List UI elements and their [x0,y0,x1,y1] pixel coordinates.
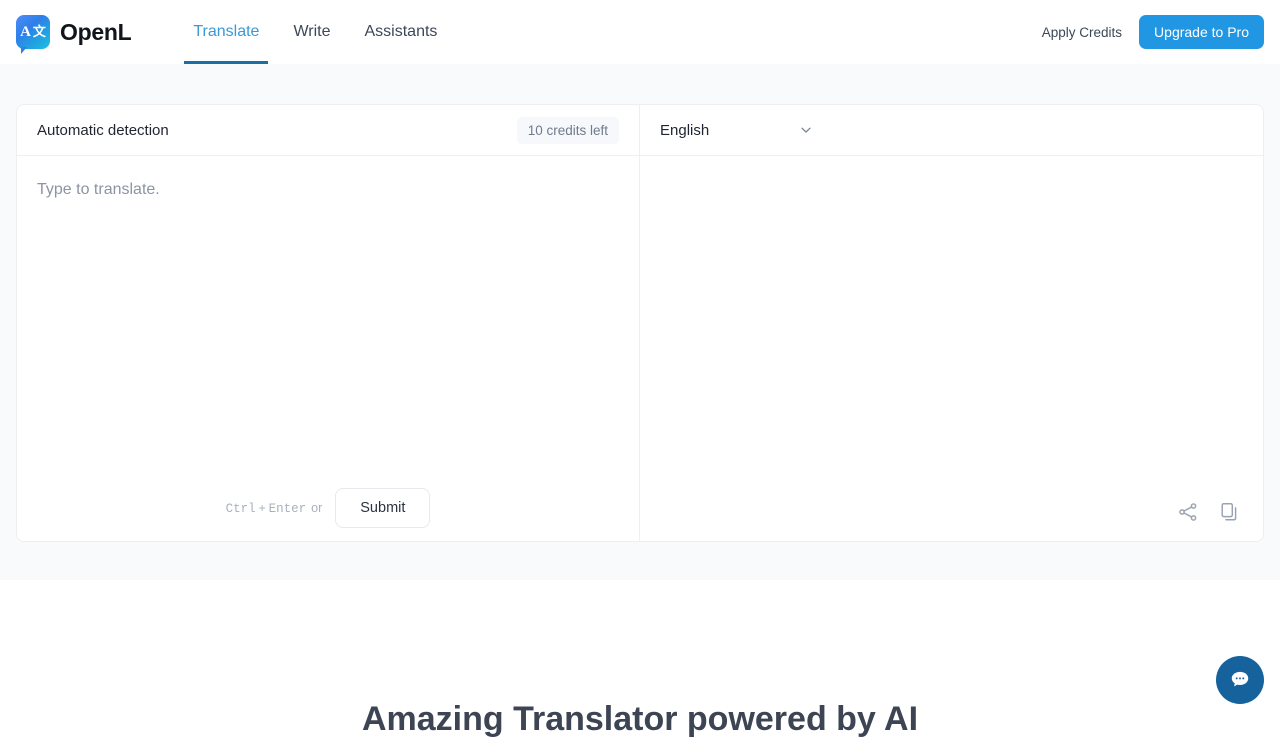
nav-tab-translate[interactable]: Translate [176,0,276,64]
target-header: English [640,105,1263,156]
openl-logo-icon: A 文 [16,15,50,49]
app-header: A 文 OpenL Translate Write Assistants App… [0,0,1280,64]
copy-icon[interactable] [1219,501,1241,523]
main-navigation: Translate Write Assistants [176,0,454,64]
shortcut-plus: + [259,501,266,515]
translate-panel: Automatic detection 10 credits left Ctrl… [16,104,1264,542]
apply-credits-link[interactable]: Apply Credits [1042,25,1122,40]
logo-glyph-a: A [20,25,31,40]
chat-widget-button[interactable] [1216,656,1264,704]
upgrade-to-pro-button[interactable]: Upgrade to Pro [1139,15,1264,49]
target-column: English [640,105,1263,541]
share-icon[interactable] [1177,501,1199,523]
chevron-down-icon[interactable] [799,123,813,137]
header-actions: Apply Credits Upgrade to Pro [1042,15,1264,49]
nav-tab-write-label: Write [293,23,330,41]
source-column: Automatic detection 10 credits left Ctrl… [17,105,640,541]
source-body: Ctrl + Enter or Submit [17,156,639,542]
submit-button[interactable]: Submit [335,488,430,528]
target-language-selector[interactable]: English [660,122,709,139]
credits-badge: 10 credits left [517,117,619,144]
nav-tab-assistants[interactable]: Assistants [348,0,455,64]
logo-glyphs: A 文 [16,15,50,49]
submit-row: Ctrl + Enter or Submit [17,473,639,542]
output-actions [1177,501,1241,523]
shortcut-key-enter: Enter [269,502,307,516]
nav-tab-write[interactable]: Write [276,0,347,64]
brand-name: OpenL [60,19,131,46]
brand-logo-link[interactable]: A 文 OpenL [16,0,131,64]
source-header: Automatic detection 10 credits left [17,105,639,156]
logo-glyph-cjk: 文 [33,26,46,39]
keyboard-shortcut-hint: Ctrl + Enter or [226,501,323,516]
source-text-input[interactable] [37,178,619,473]
nav-tab-translate-label: Translate [193,23,259,41]
target-text-output [660,178,1243,473]
target-body [640,156,1263,542]
shortcut-key-ctrl: Ctrl [226,502,256,516]
chat-bubble-icon [1229,669,1251,691]
page-background-lower [0,580,1280,720]
source-language-selector[interactable]: Automatic detection [37,122,169,139]
nav-tab-assistants-label: Assistants [365,23,438,41]
shortcut-or-label: or [311,501,322,515]
